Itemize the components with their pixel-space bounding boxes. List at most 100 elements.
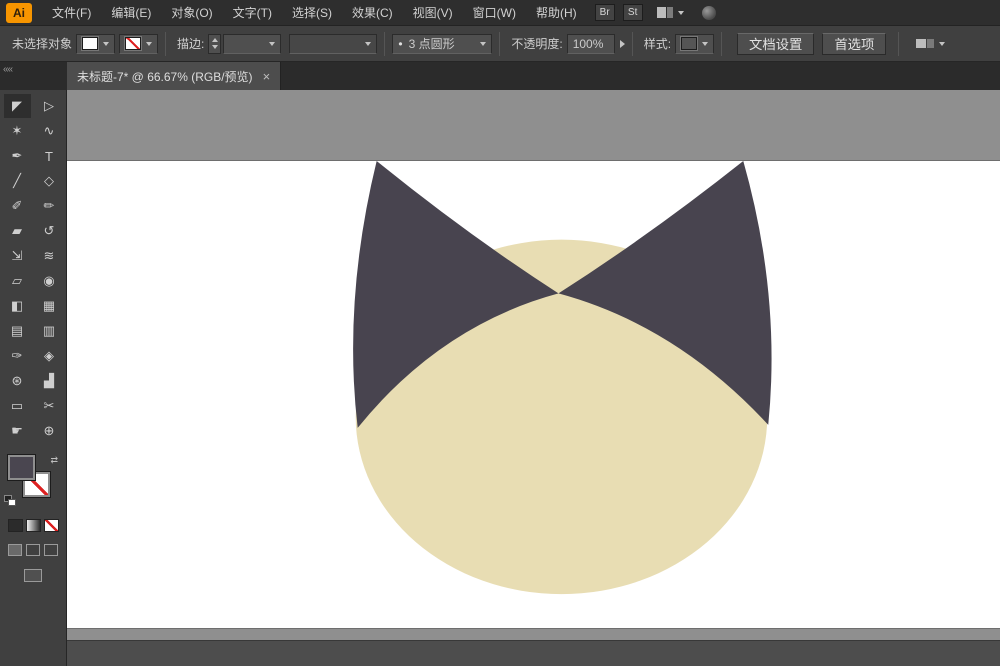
gradient-button[interactable] <box>25 519 41 532</box>
canvas-pasteboard[interactable] <box>67 90 1000 666</box>
shape-tool[interactable]: ◇ <box>36 169 63 193</box>
color-button[interactable] <box>7 519 23 532</box>
menu-object[interactable]: 对象(O) <box>161 0 222 26</box>
opacity-expand-icon[interactable] <box>619 39 625 48</box>
opacity-value: 100% <box>572 36 604 51</box>
stroke-weight-stepper[interactable] <box>208 33 222 54</box>
menu-edit[interactable]: 编辑(E) <box>101 0 161 26</box>
document-setup-button[interactable]: 文档设置 <box>737 32 815 55</box>
menu-select[interactable]: 选择(S) <box>282 0 342 26</box>
menu-type[interactable]: 文字(T) <box>223 0 282 26</box>
pen-tool[interactable]: ✒ <box>4 144 31 168</box>
stock-button[interactable]: St <box>622 4 643 21</box>
slice-tool[interactable]: ✂ <box>36 394 63 418</box>
main-area: ◤ ▷ ✶ ∿ ✒ T ╱ ◇ ✐ ✏ ▰ ↺ ⇲ ≋ ▱ ◉ ◧ ▦ ▤ ▥ … <box>0 90 1000 666</box>
separator <box>165 31 167 56</box>
chevron-down-icon <box>480 41 487 46</box>
opacity-label: 不透明度: <box>511 37 563 51</box>
chevron-down-icon <box>146 41 153 46</box>
stroke-weight-dropdown[interactable] <box>223 33 282 54</box>
variable-width-profile-dropdown[interactable] <box>289 33 378 54</box>
color-mode-buttons <box>7 519 59 532</box>
rotate-tool[interactable]: ↺ <box>36 219 63 243</box>
workspace-icon-part <box>656 7 666 18</box>
artwork <box>353 161 772 595</box>
sync-status-icon[interactable] <box>701 5 716 20</box>
width-tool[interactable]: ≋ <box>36 244 63 268</box>
eyedropper-tool[interactable]: ✑ <box>4 344 31 368</box>
scale-tool[interactable]: ⇲ <box>4 244 31 268</box>
tools-grid: ◤ ▷ ✶ ∿ ✒ T ╱ ◇ ✐ ✏ ▰ ↺ ⇲ ≋ ▱ ◉ ◧ ▦ ▤ ▥ … <box>3 94 63 443</box>
brush-definition-dropdown[interactable]: • 3 点圆形 <box>392 33 493 54</box>
none-button[interactable] <box>43 519 59 532</box>
stroke-color-dropdown[interactable] <box>119 33 159 54</box>
eraser-tool[interactable]: ▰ <box>4 219 31 243</box>
opacity-input[interactable]: 100% <box>566 33 615 54</box>
close-icon[interactable]: × <box>263 69 271 84</box>
drawing-mode-buttons <box>8 544 58 556</box>
menu-effect[interactable]: 效果(C) <box>342 0 403 26</box>
fill-stroke-indicator: ⇄ <box>4 455 58 506</box>
lasso-tool[interactable]: ∿ <box>36 119 63 143</box>
preferences-button[interactable]: 首选项 <box>822 32 887 55</box>
arrange-documents-dropdown[interactable] <box>916 39 946 48</box>
gradient-tool[interactable]: ▥ <box>36 319 63 343</box>
menu-help[interactable]: 帮助(H) <box>526 0 587 26</box>
artboard-tool[interactable]: ▭ <box>4 394 31 418</box>
line-segment-tool[interactable]: ╱ <box>4 169 31 193</box>
mesh-tool[interactable]: ▤ <box>4 319 31 343</box>
separator <box>721 31 723 56</box>
blend-tool[interactable]: ◈ <box>36 344 63 368</box>
graphic-style-dropdown[interactable] <box>675 33 715 54</box>
selection-tool[interactable]: ◤ <box>3 94 31 118</box>
draw-normal-button[interactable] <box>8 544 22 556</box>
selection-status: 未选择对象 <box>12 37 73 51</box>
fill-color-dropdown[interactable] <box>76 33 116 54</box>
column-graph-tool[interactable]: ▟ <box>36 369 63 393</box>
control-bar: 未选择对象 描边: • 3 点圆形 不透明度: 100% 样式: 文档设置 首选… <box>0 26 1000 62</box>
stroke-weight-label: 描边: <box>177 37 205 51</box>
toolbar-collapse-icon[interactable]: «« <box>0 62 67 90</box>
magic-wand-tool[interactable]: ✶ <box>4 119 31 143</box>
perspective-grid-tool[interactable]: ▦ <box>36 294 63 318</box>
fill-swatch <box>82 37 99 50</box>
chevron-down-icon <box>677 10 684 15</box>
shape-builder-tool[interactable]: ◉ <box>36 269 63 293</box>
menu-file[interactable]: 文件(F) <box>42 0 101 26</box>
chevron-down-icon <box>269 41 276 46</box>
stepper-down-icon <box>211 45 218 49</box>
fill-color-indicator[interactable] <box>8 455 35 480</box>
menu-view[interactable]: 视图(V) <box>403 0 463 26</box>
menu-bar: Ai 文件(F) 编辑(E) 对象(O) 文字(T) 选择(S) 效果(C) 视… <box>0 0 1000 26</box>
free-transform-tool[interactable]: ▱ <box>4 269 31 293</box>
direct-selection-tool[interactable]: ▷ <box>36 94 63 118</box>
artboard[interactable] <box>67 160 1000 629</box>
stroke-none-swatch <box>125 37 142 50</box>
brush-preview-icon: • <box>398 36 403 51</box>
workspace-icon-part <box>666 7 673 18</box>
zoom-tool[interactable]: ⊕ <box>36 419 63 443</box>
default-fill-stroke-icon[interactable] <box>4 495 17 507</box>
hand-tool[interactable]: ☛ <box>4 419 31 443</box>
document-tab[interactable]: 未标题-7* @ 66.67% (RGB/预览) × <box>67 62 282 90</box>
separator <box>384 31 386 56</box>
type-tool[interactable]: T <box>36 144 63 168</box>
document-tab-bar: «« 未标题-7* @ 66.67% (RGB/预览) × <box>0 62 1000 90</box>
bridge-button[interactable]: Br <box>594 4 615 21</box>
live-paint-tool[interactable]: ◧ <box>4 294 31 318</box>
arrange-icon-part <box>916 39 927 48</box>
menu-window[interactable]: 窗口(W) <box>463 0 526 26</box>
draw-behind-button[interactable] <box>26 544 40 556</box>
chevron-down-icon <box>365 41 372 46</box>
workspace-switcher-icon[interactable] <box>656 7 684 18</box>
swap-fill-stroke-icon[interactable]: ⇄ <box>50 455 58 466</box>
style-label: 样式: <box>643 37 672 51</box>
paintbrush-tool[interactable]: ✐ <box>4 194 31 218</box>
screen-mode-button[interactable] <box>24 569 42 582</box>
symbol-sprayer-tool[interactable]: ⊛ <box>4 369 31 393</box>
pencil-tool[interactable]: ✏ <box>36 194 63 218</box>
style-swatch <box>681 37 698 50</box>
arrange-icon-part <box>927 39 935 48</box>
default-stroke-icon <box>8 499 16 506</box>
draw-inside-button[interactable] <box>44 544 58 556</box>
